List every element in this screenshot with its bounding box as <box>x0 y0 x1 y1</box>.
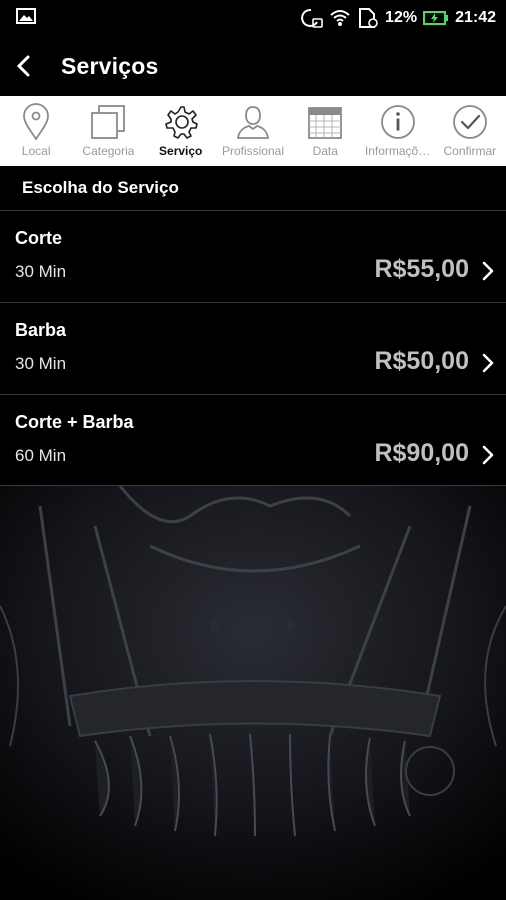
step-categoria[interactable]: Categoria <box>72 96 144 166</box>
step-label: Confirmar <box>443 144 497 158</box>
step-informacoes[interactable]: Informaçõ… <box>361 96 433 166</box>
wifi-icon <box>329 8 351 28</box>
back-arrow-icon <box>16 55 30 77</box>
step-profissional[interactable]: Profissional <box>217 96 289 166</box>
service-name: Barba <box>15 320 67 340</box>
calendar-icon <box>308 107 343 139</box>
battery-percent: 12% <box>385 9 418 26</box>
service-item-barba[interactable]: Barba 30 Min R$50,00 <box>0 302 506 394</box>
step-confirmar[interactable]: Confirmar <box>434 96 506 166</box>
booking-steps-bar: Local Categoria Serviço Profissional Dat… <box>0 96 506 166</box>
gallery-notification-icon <box>16 7 36 29</box>
step-data[interactable]: Data <box>289 96 361 166</box>
battery-charging-icon <box>423 10 449 26</box>
service-name: Corte <box>15 228 63 248</box>
person-icon <box>236 106 270 139</box>
step-servico[interactable]: Serviço <box>145 96 217 166</box>
chevron-right-icon <box>482 261 494 281</box>
check-circle-icon <box>452 105 487 139</box>
service-duration: 30 Min <box>15 262 67 281</box>
chevron-right-icon <box>482 353 494 373</box>
page-title: Serviços <box>61 52 159 79</box>
background-illustration <box>0 486 506 900</box>
service-item-corte-barba[interactable]: Corte + Barba 60 Min R$90,00 <box>0 394 506 486</box>
service-duration: 30 Min <box>15 354 67 373</box>
clock: 21:42 <box>455 9 496 26</box>
step-label: Categoria <box>82 144 135 158</box>
step-label: Serviço <box>159 144 203 158</box>
step-label: Data <box>312 144 338 158</box>
status-bar: 12% 21:42 <box>0 0 506 36</box>
info-icon <box>380 105 415 139</box>
app-bar: Serviços <box>0 36 506 96</box>
service-price: R$55,00 <box>374 255 469 283</box>
service-item-corte[interactable]: Corte 30 Min R$55,00 <box>0 210 506 302</box>
sim-battery-saver-icon <box>357 7 379 29</box>
location-pin-icon <box>23 103 50 141</box>
step-label: Informaçõ… <box>364 144 431 158</box>
section-title: Escolha do Serviço <box>0 166 506 210</box>
alarm-icon <box>301 8 323 28</box>
step-label: Profissional <box>221 144 284 158</box>
service-price: R$50,00 <box>374 347 469 375</box>
service-duration: 60 Min <box>15 446 67 465</box>
service-name: Corte + Barba <box>15 412 134 432</box>
back-button[interactable] <box>4 36 44 96</box>
services-list: Corte 30 Min R$55,00 Barba 30 Min R$50,0… <box>0 210 506 486</box>
service-price: R$90,00 <box>374 439 469 467</box>
category-squares-icon <box>91 105 126 139</box>
step-local[interactable]: Local <box>0 96 72 166</box>
gear-icon <box>164 106 198 139</box>
chevron-right-icon <box>482 445 494 465</box>
step-label: Local <box>21 144 51 158</box>
